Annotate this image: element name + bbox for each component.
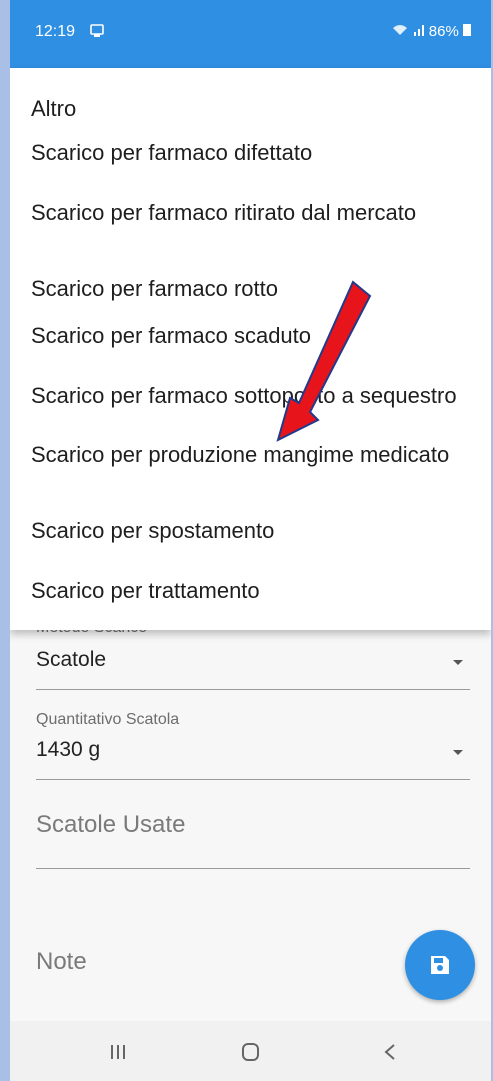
red-arrow-shape <box>276 280 372 442</box>
annotation-arrow <box>276 280 372 442</box>
phone-screen: 12:19 86% Metodo Scarico Scatole Quantit… <box>10 0 491 1081</box>
